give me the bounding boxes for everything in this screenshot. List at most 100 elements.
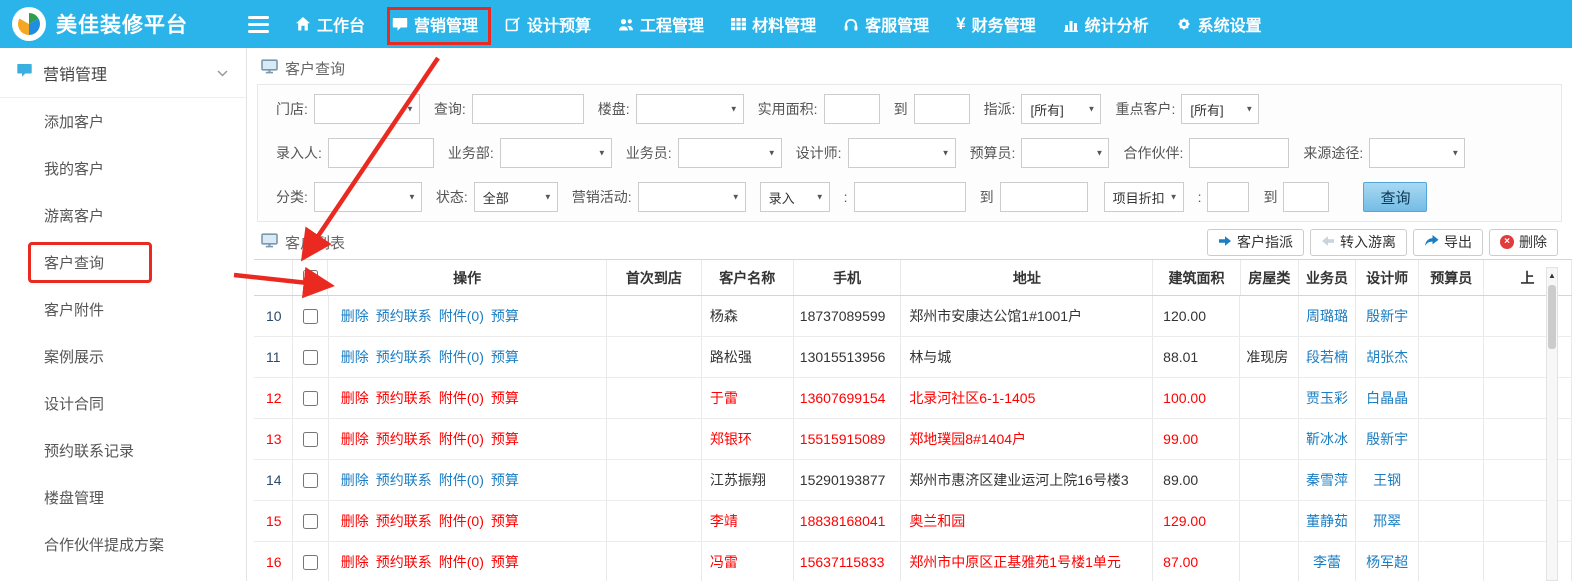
op-budget-link[interactable]: 预算 bbox=[491, 429, 519, 449]
op-attachment-link[interactable]: 附件(0) bbox=[439, 552, 484, 572]
salesman-link[interactable]: 段若楠 bbox=[1299, 337, 1356, 377]
op-delete-link[interactable]: 删除 bbox=[341, 347, 369, 367]
designer-link[interactable]: 杨军超 bbox=[1356, 542, 1420, 581]
op-appointment-link[interactable]: 预约联系 bbox=[376, 511, 432, 531]
select-all-checkbox[interactable] bbox=[303, 270, 318, 285]
scroll-up-icon[interactable]: ▲ bbox=[1547, 268, 1557, 282]
source-select[interactable]: ▼ bbox=[1369, 138, 1465, 168]
assign-customer-button[interactable]: 客户指派 bbox=[1207, 229, 1304, 256]
vertical-scrollbar[interactable]: ▲ bbox=[1546, 267, 1558, 581]
entry-date-from-input[interactable] bbox=[854, 182, 966, 212]
op-budget-link[interactable]: 预算 bbox=[491, 552, 519, 572]
usable-area-max-input[interactable] bbox=[914, 94, 970, 124]
salesman-link[interactable]: 贾玉彩 bbox=[1299, 378, 1356, 418]
assign-select[interactable]: [所有]▼ bbox=[1021, 94, 1101, 124]
menu-toggle-icon[interactable] bbox=[248, 16, 269, 33]
op-budget-link[interactable]: 预算 bbox=[491, 388, 519, 408]
usable-area-min-input[interactable] bbox=[824, 94, 880, 124]
op-budget-link[interactable]: 预算 bbox=[491, 470, 519, 490]
designer-link[interactable]: 殷新宇 bbox=[1356, 419, 1420, 459]
export-button[interactable]: 导出 bbox=[1413, 229, 1483, 256]
salesman-link[interactable]: 董静茹 bbox=[1299, 501, 1356, 541]
op-delete-link[interactable]: 删除 bbox=[341, 429, 369, 449]
salesman-link[interactable]: 靳冰冰 bbox=[1299, 419, 1356, 459]
op-appointment-link[interactable]: 预约联系 bbox=[376, 306, 432, 326]
nav-item-engineering[interactable]: 工程管理 bbox=[618, 12, 704, 36]
designer-select[interactable]: ▼ bbox=[848, 138, 956, 168]
row-checkbox[interactable] bbox=[303, 514, 318, 529]
sidebar-item-customer-query[interactable]: 客户查询 bbox=[0, 239, 246, 286]
discount-to-input[interactable] bbox=[1283, 182, 1329, 212]
op-delete-link[interactable]: 删除 bbox=[341, 388, 369, 408]
entry-date-type-select[interactable]: 录入▼ bbox=[760, 182, 830, 212]
op-delete-link[interactable]: 删除 bbox=[341, 470, 369, 490]
row-checkbox[interactable] bbox=[303, 473, 318, 488]
building-select[interactable]: ▼ bbox=[636, 94, 744, 124]
scrollbar-thumb[interactable] bbox=[1548, 285, 1556, 349]
sidebar-item-my-customers[interactable]: 我的客户 bbox=[0, 145, 246, 192]
op-appointment-link[interactable]: 预约联系 bbox=[376, 429, 432, 449]
nav-item-customer-service[interactable]: 客服管理 bbox=[843, 12, 929, 36]
store-select[interactable]: ▼ bbox=[314, 94, 420, 124]
nav-item-finance[interactable]: ¥ 财务管理 bbox=[956, 12, 1035, 36]
op-attachment-link[interactable]: 附件(0) bbox=[439, 388, 484, 408]
op-delete-link[interactable]: 删除 bbox=[341, 552, 369, 572]
salesman-select[interactable]: ▼ bbox=[678, 138, 782, 168]
budgeter-select[interactable]: ▼ bbox=[1021, 138, 1109, 168]
nav-item-design-budget[interactable]: 设计预算 bbox=[505, 12, 591, 36]
project-discount-select[interactable]: 项目折扣▼ bbox=[1104, 182, 1184, 212]
op-budget-link[interactable]: 预算 bbox=[491, 306, 519, 326]
nav-item-workbench[interactable]: 工作台 bbox=[295, 12, 365, 36]
activity-select[interactable]: ▼ bbox=[638, 182, 746, 212]
designer-link[interactable]: 王钢 bbox=[1356, 460, 1420, 500]
salesman-link[interactable]: 周璐璐 bbox=[1299, 296, 1356, 336]
row-checkbox[interactable] bbox=[303, 391, 318, 406]
op-attachment-link[interactable]: 附件(0) bbox=[439, 470, 484, 490]
nav-item-settings[interactable]: 系统设置 bbox=[1176, 12, 1262, 36]
status-select[interactable]: 全部▼ bbox=[474, 182, 558, 212]
op-appointment-link[interactable]: 预约联系 bbox=[376, 552, 432, 572]
op-attachment-link[interactable]: 附件(0) bbox=[439, 347, 484, 367]
sidebar-section-marketing[interactable]: 营销管理 bbox=[0, 48, 246, 98]
designer-link[interactable]: 殷新宇 bbox=[1356, 296, 1420, 336]
delete-button[interactable]: × 删除 bbox=[1489, 229, 1558, 256]
discount-from-input[interactable] bbox=[1207, 182, 1249, 212]
sidebar-item-add-customer[interactable]: 添加客户 bbox=[0, 98, 246, 145]
search-button[interactable]: 查询 bbox=[1363, 182, 1427, 212]
op-delete-link[interactable]: 删除 bbox=[341, 306, 369, 326]
partner-input[interactable] bbox=[1189, 138, 1289, 168]
sidebar-item-customer-attachments[interactable]: 客户附件 bbox=[0, 286, 246, 333]
op-attachment-link[interactable]: 附件(0) bbox=[439, 306, 484, 326]
op-attachment-link[interactable]: 附件(0) bbox=[439, 429, 484, 449]
op-appointment-link[interactable]: 预约联系 bbox=[376, 347, 432, 367]
category-select[interactable]: ▼ bbox=[314, 182, 422, 212]
op-appointment-link[interactable]: 预约联系 bbox=[376, 470, 432, 490]
op-delete-link[interactable]: 删除 bbox=[341, 511, 369, 531]
nav-item-statistics[interactable]: 统计分析 bbox=[1063, 12, 1149, 36]
op-budget-link[interactable]: 预算 bbox=[491, 511, 519, 531]
op-budget-link[interactable]: 预算 bbox=[491, 347, 519, 367]
row-checkbox[interactable] bbox=[303, 432, 318, 447]
nav-item-marketing[interactable]: 营销管理 bbox=[392, 12, 478, 36]
sidebar-item-design-contract[interactable]: 设计合同 bbox=[0, 380, 246, 427]
op-attachment-link[interactable]: 附件(0) bbox=[439, 511, 484, 531]
entry-date-to-input[interactable] bbox=[1000, 182, 1088, 212]
to-floating-button[interactable]: 转入游离 bbox=[1310, 229, 1407, 256]
sidebar-item-floating-customers[interactable]: 游离客户 bbox=[0, 192, 246, 239]
sidebar-item-building-management[interactable]: 楼盘管理 bbox=[0, 474, 246, 521]
query-input[interactable] bbox=[472, 94, 584, 124]
sidebar-item-partner-commission[interactable]: 合作伙伴提成方案 bbox=[0, 521, 246, 568]
row-checkbox[interactable] bbox=[303, 350, 318, 365]
row-checkbox[interactable] bbox=[303, 309, 318, 324]
dept-select[interactable]: ▼ bbox=[500, 138, 612, 168]
designer-link[interactable]: 邢翠 bbox=[1356, 501, 1420, 541]
sidebar-item-case-showcase[interactable]: 案例展示 bbox=[0, 333, 246, 380]
vip-select[interactable]: [所有]▼ bbox=[1181, 94, 1259, 124]
row-checkbox[interactable] bbox=[303, 555, 318, 570]
nav-item-materials[interactable]: 材料管理 bbox=[731, 12, 816, 36]
salesman-link[interactable]: 李蕾 bbox=[1299, 542, 1356, 581]
salesman-link[interactable]: 秦雪萍 bbox=[1299, 460, 1356, 500]
op-appointment-link[interactable]: 预约联系 bbox=[376, 388, 432, 408]
designer-link[interactable]: 胡张杰 bbox=[1356, 337, 1420, 377]
sidebar-item-appointment-records[interactable]: 预约联系记录 bbox=[0, 427, 246, 474]
